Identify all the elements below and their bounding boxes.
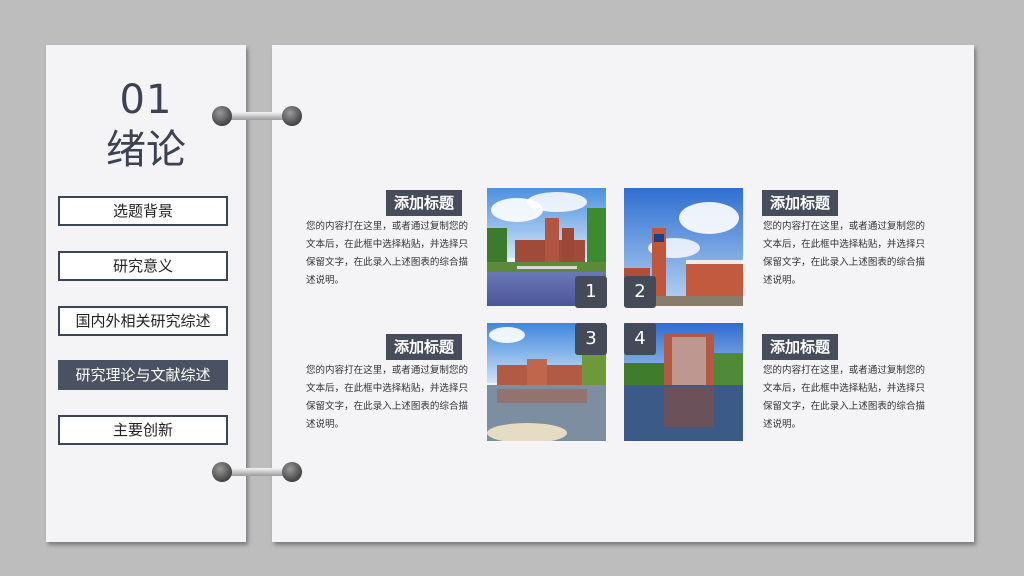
photo-badge-1: 1 [575, 276, 607, 308]
block-title-3: 添加标题 [386, 334, 463, 360]
block-text-4: 您的内容打在这里，或者通过复制您的文本后，在此框中选择粘贴，并选择只保留文字，在… [763, 365, 925, 430]
menu-item-background[interactable]: 选题背景 [58, 196, 228, 226]
block-title-4: 添加标题 [762, 334, 839, 360]
menu-item-literature-review[interactable]: 国内外相关研究综述 [58, 306, 228, 336]
photo-badge-2: 2 [624, 276, 656, 308]
block-text-2: 您的内容打在这里，或者通过复制您的文本后，在此框中选择粘贴，并选择只保留文字，在… [763, 221, 925, 286]
binder-ring-top [212, 105, 302, 127]
photo-badge-4: 4 [624, 323, 656, 355]
menu-item-theory-review[interactable]: 研究理论与文献综述 [58, 360, 228, 390]
block-title-2: 添加标题 [762, 190, 839, 216]
block-text-3: 您的内容打在这里，或者通过复制您的文本后，在此框中选择粘贴，并选择只保留文字，在… [306, 365, 468, 430]
menu-item-significance[interactable]: 研究意义 [58, 251, 228, 281]
photo-badge-3: 3 [575, 323, 607, 355]
section-title: 绪论 [106, 127, 186, 173]
block-text-1: 您的内容打在这里，或者通过复制您的文本后，在此框中选择粘贴，并选择只保留文字，在… [306, 221, 468, 286]
right-panel-card [272, 45, 974, 542]
binder-ring-bottom [212, 461, 302, 483]
block-title-1: 添加标题 [386, 190, 463, 216]
menu-item-innovation[interactable]: 主要创新 [58, 415, 228, 445]
